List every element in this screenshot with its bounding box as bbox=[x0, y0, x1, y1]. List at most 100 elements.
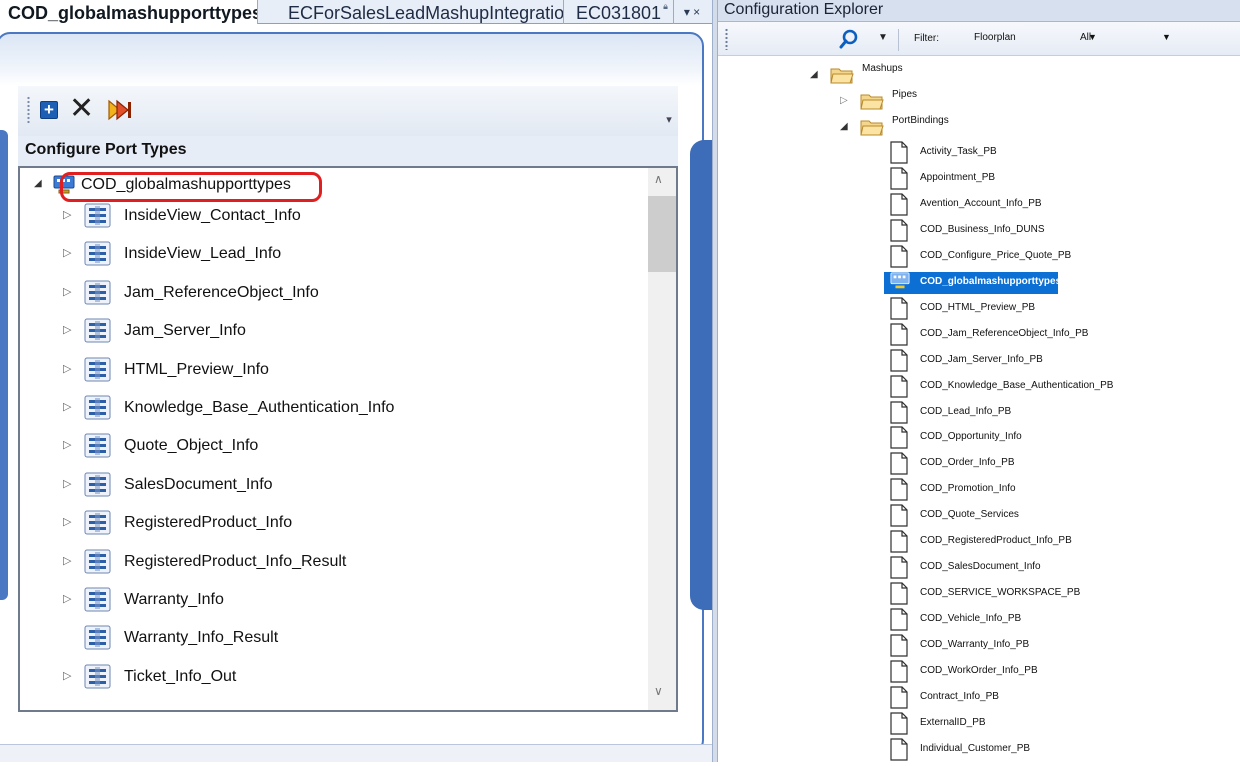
tree-item[interactable]: ▷ Knowledge_Base_Authentication_Info bbox=[20, 390, 644, 426]
document-tab-strip: COD_globalmashupporttypes🔒︎ ECForSalesLe… bbox=[0, 0, 712, 24]
file-icon bbox=[890, 504, 908, 527]
toolbar-grip-handle[interactable] bbox=[27, 96, 30, 124]
tree-file-item[interactable]: COD_globalmashupporttypes bbox=[884, 270, 1226, 296]
toolbar-overflow-icon[interactable]: ▾ bbox=[662, 112, 676, 128]
search-icon[interactable] bbox=[838, 28, 860, 50]
tab-label: EC031801 bbox=[576, 3, 662, 23]
expand-icon[interactable]: ▷ bbox=[63, 592, 71, 605]
tree-item[interactable]: ▷ Ticket_Info_Out bbox=[20, 659, 644, 695]
tree-file-item[interactable]: Activity_Task_PB bbox=[886, 140, 1226, 166]
expand-icon[interactable]: ▷ bbox=[63, 477, 71, 490]
expand-icon[interactable]: ▷ bbox=[840, 95, 848, 106]
toolbar-grip-handle[interactable] bbox=[725, 28, 728, 50]
tree-file-item[interactable]: COD_Jam_ReferenceObject_Info_PB bbox=[886, 322, 1226, 348]
tab-ecforsalesleadmashupintegration[interactable]: ECForSalesLeadMashupIntegration bbox=[258, 0, 564, 24]
port-type-icon bbox=[84, 203, 111, 228]
expand-icon[interactable]: ▷ bbox=[63, 323, 71, 336]
tree-item[interactable]: ▷ HTML_Preview_Info bbox=[20, 352, 644, 388]
tree-file-item[interactable]: COD_RegisteredProduct_Info_PB bbox=[886, 529, 1226, 555]
file-icon bbox=[890, 452, 908, 475]
tree-file-item[interactable]: COD_Warranty_Info_PB bbox=[886, 633, 1226, 659]
file-icon bbox=[890, 712, 908, 735]
tree-file-item[interactable]: COD_Promotion_Info bbox=[886, 477, 1226, 503]
tree-file-item[interactable]: COD_Quote_Services bbox=[886, 503, 1226, 529]
tree-item-label: Ticket_Info_Out bbox=[124, 667, 237, 685]
tree-root-row[interactable]: ◢ COD_globalmashupporttypes bbox=[20, 172, 640, 202]
chevron-down-icon[interactable]: ▼ bbox=[878, 32, 888, 43]
tree-item-label: Quote_Object_Info bbox=[124, 437, 259, 455]
tree-file-label: COD_SERVICE_WORKSPACE_PB bbox=[920, 587, 1081, 599]
expand-icon[interactable]: ▷ bbox=[63, 438, 71, 451]
tree-file-item[interactable]: COD_Business_Info_DUNS bbox=[886, 218, 1226, 244]
tree-file-item[interactable]: COD_Configure_Price_Quote_PB bbox=[886, 244, 1226, 270]
tree-file-label: COD_Order_Info_PB bbox=[920, 457, 1015, 469]
tree-file-label: COD_Quote_Services bbox=[920, 509, 1019, 521]
add-button[interactable]: + bbox=[36, 96, 64, 124]
tree-item[interactable]: ▷ Quote_Object_Info bbox=[20, 428, 644, 464]
tree-item[interactable]: ▷ Jam_ReferenceObject_Info bbox=[20, 275, 644, 311]
tree-file-item[interactable]: COD_HTML_Preview_PB bbox=[886, 296, 1226, 322]
file-icon bbox=[890, 374, 908, 398]
scope-select[interactable]: All ▼ bbox=[1080, 32, 1200, 43]
file-icon bbox=[890, 582, 908, 605]
collapse-icon[interactable]: ◢ bbox=[34, 178, 42, 189]
expand-icon[interactable]: ▷ bbox=[63, 246, 71, 259]
tab-ec031801[interactable]: EC031801 🔒︎ bbox=[564, 0, 674, 24]
tree-file-label: COD_SalesDocument_Info bbox=[920, 561, 1041, 573]
run-icon bbox=[108, 99, 131, 121]
tree-item[interactable]: Warranty_Info_Result bbox=[20, 620, 644, 656]
delete-button[interactable]: ✕ bbox=[68, 93, 96, 125]
tree-file-label: COD_WorkOrder_Info_PB bbox=[920, 665, 1038, 676]
tree-file-item[interactable]: Contract_Info_PB bbox=[886, 685, 1226, 711]
tree-file-label: COD_Promotion_Info bbox=[920, 483, 1016, 495]
tree-file-item[interactable]: COD_Knowledge_Base_Authentication_PB bbox=[886, 374, 1226, 400]
expand-icon[interactable]: ▷ bbox=[63, 669, 71, 682]
tree-item[interactable]: ▷ RegisteredProduct_Info bbox=[20, 505, 644, 541]
tree-file-item[interactable]: COD_WorkOrder_Info_PB bbox=[886, 659, 1226, 685]
tree-file-label: COD_RegisteredProduct_Info_PB bbox=[920, 535, 1072, 547]
file-icon bbox=[890, 297, 908, 320]
vertical-scrollbar[interactable]: ∧ ∨ bbox=[648, 168, 676, 710]
expand-icon[interactable]: ▷ bbox=[63, 208, 71, 221]
expand-icon[interactable]: ▷ bbox=[63, 554, 71, 567]
tree-file-item[interactable]: COD_SalesDocument_Info bbox=[886, 555, 1226, 581]
scrollbar-thumb[interactable] bbox=[648, 196, 676, 272]
expand-icon[interactable]: ▷ bbox=[63, 400, 71, 413]
collapse-icon[interactable]: ◢ bbox=[840, 121, 848, 132]
run-button[interactable] bbox=[106, 96, 134, 124]
tree-file-label: Avention_Account_Info_PB bbox=[920, 197, 1042, 209]
port-type-icon bbox=[84, 357, 111, 382]
tree-file-item[interactable]: COD_Opportunity_Info bbox=[886, 425, 1226, 451]
tree-item-label: RegisteredProduct_Info_Result bbox=[124, 552, 347, 570]
tree-file-item[interactable]: COD_SERVICE_WORKSPACE_PB bbox=[886, 581, 1226, 607]
tree-item[interactable]: ▷ SalesDocument_Info bbox=[20, 467, 644, 503]
tree-item[interactable]: ▷ RegisteredProduct_Info_Result bbox=[20, 544, 644, 580]
scroll-down-icon[interactable]: ∨ bbox=[654, 684, 663, 698]
tree-file-item[interactable]: Individual_Customer_PB bbox=[886, 737, 1226, 763]
tree-item[interactable]: ▷ InsideView_Lead_Info bbox=[20, 236, 644, 272]
scroll-up-icon[interactable]: ∧ bbox=[654, 172, 663, 186]
tree-file-item[interactable]: COD_Jam_Server_Info_PB bbox=[886, 348, 1226, 374]
file-icon bbox=[890, 634, 908, 657]
tree-file-item[interactable]: COD_Lead_Info_PB bbox=[886, 400, 1226, 426]
tab-cod-globalmashupporttypes[interactable]: COD_globalmashupporttypes🔒︎ bbox=[0, 0, 258, 24]
collapse-icon[interactable]: ◢ bbox=[810, 69, 818, 80]
port-type-icon bbox=[84, 625, 111, 650]
expand-icon[interactable]: ▷ bbox=[63, 515, 71, 528]
tree-file-item[interactable]: COD_Order_Info_PB bbox=[886, 451, 1226, 477]
tree-file-item[interactable]: Appointment_PB bbox=[886, 166, 1226, 192]
tree-file-item[interactable]: COD_Vehicle_Info_PB bbox=[886, 607, 1226, 633]
tree-item[interactable]: ▷ Warranty_Info bbox=[20, 582, 644, 618]
file-icon bbox=[890, 348, 908, 372]
tree-file-item[interactable]: Avention_Account_Info_PB bbox=[886, 192, 1226, 218]
tree-file-item[interactable]: ExternalID_PB bbox=[886, 711, 1226, 737]
tree-file-label: COD_Configure_Price_Quote_PB bbox=[920, 249, 1072, 261]
file-icon bbox=[890, 686, 908, 709]
tab-menu-close-buttons[interactable]: ▾ × bbox=[674, 2, 710, 22]
tree-item[interactable]: ▷ Jam_Server_Info bbox=[20, 313, 644, 349]
expand-icon[interactable]: ▷ bbox=[63, 285, 71, 298]
tree-item[interactable]: ▷ InsideView_Contact_Info bbox=[20, 198, 644, 234]
folder-open-icon bbox=[860, 120, 884, 136]
expand-icon[interactable]: ▷ bbox=[63, 362, 71, 375]
tree-file-label: Contract_Info_PB bbox=[920, 690, 999, 702]
